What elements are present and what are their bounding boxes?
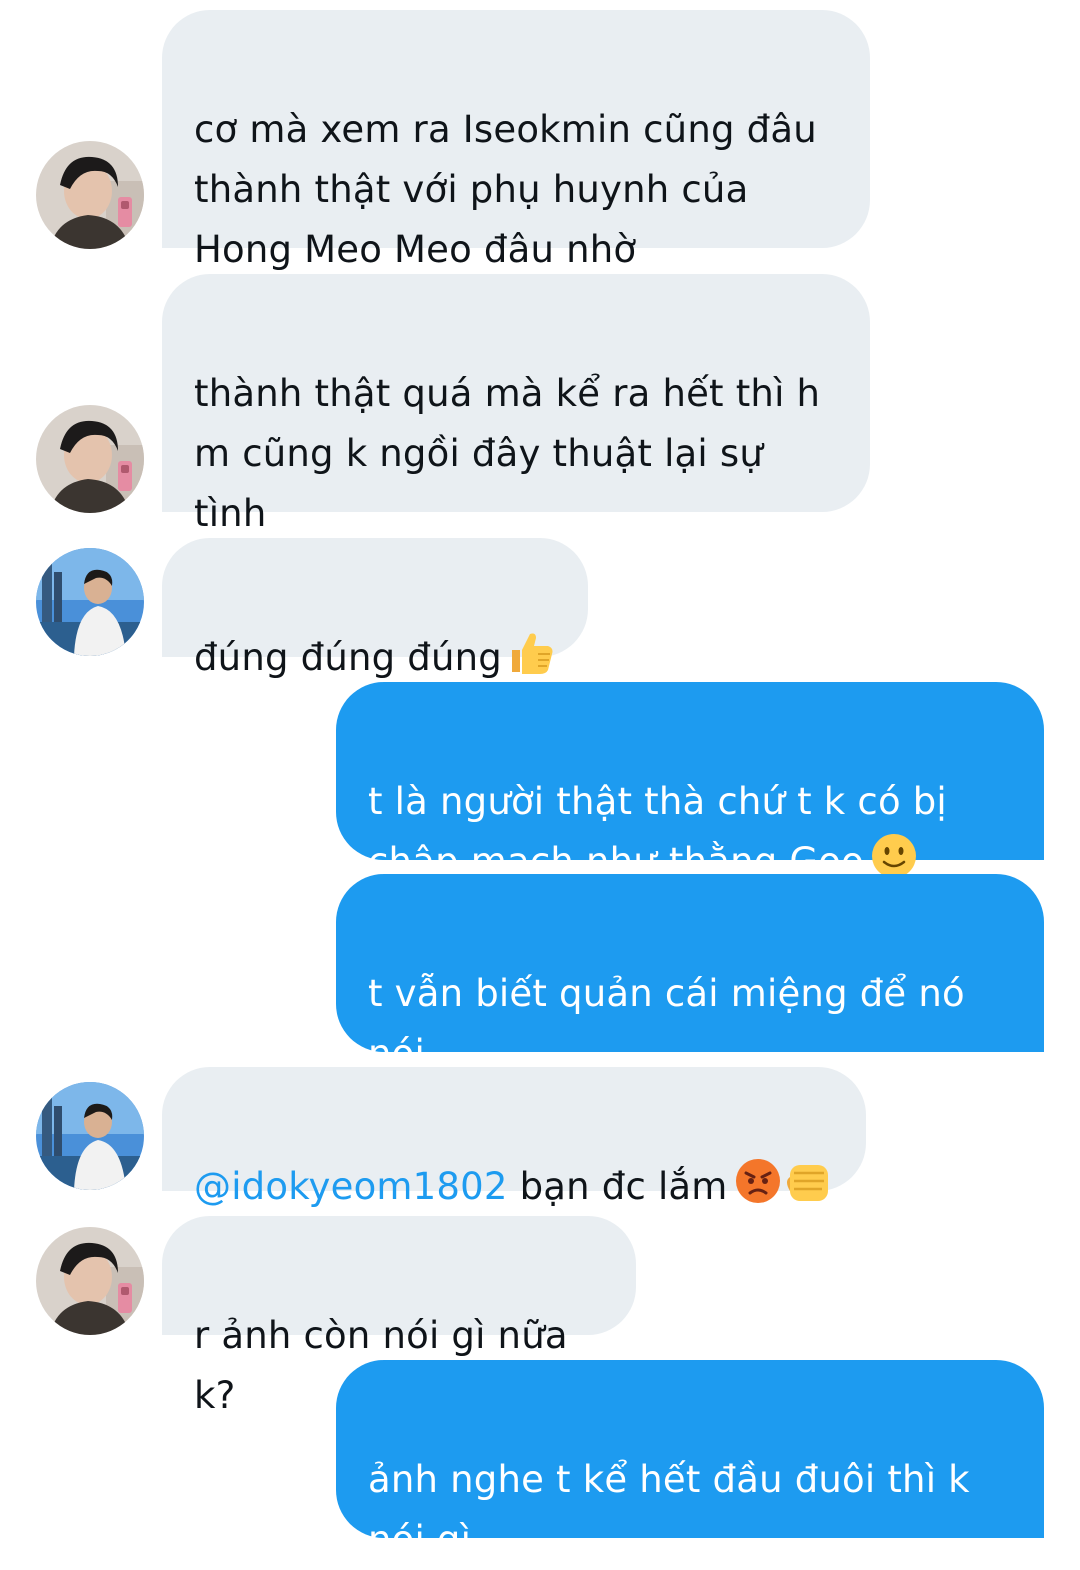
slightly-smiling-face-emoji [870,832,918,880]
message-bubble[interactable]: ảnh nghe t kể hết đầu đuôi thì k nói gì [336,1360,1044,1561]
sender-avatar[interactable] [36,405,144,513]
message-bubble[interactable]: t là người thật thà chứ t k có bị chập m… [336,682,1044,883]
message-bubble[interactable]: cơ mà xem ra Iseokmin cũng đâu thành thậ… [162,10,870,271]
message-text: cơ mà xem ra Iseokmin cũng đâu thành thậ… [194,108,817,271]
message-bubble[interactable]: r ảnh còn nói gì nữa k? [162,1216,636,1417]
message-text: t là người thật thà chứ t k có bị chập m… [368,780,947,883]
sender-avatar[interactable] [36,1082,144,1190]
message-text: bạn đc lắm [507,1165,728,1208]
message-bubble[interactable]: thành thật quá mà kể ra hết thì h m cũng… [162,274,870,595]
message-bubble[interactable]: @idokyeom1802 bạn đc lắm [162,1067,866,1208]
sender-avatar[interactable] [36,548,144,656]
angry-face-and-fist-emoji [734,1157,834,1205]
user-mention-link[interactable]: @idokyeom1802 [194,1165,508,1208]
sender-avatar[interactable] [36,1227,144,1335]
message-text: đúng đúng đúng [194,636,502,679]
message-bubble[interactable]: đúng đúng đúng [162,538,588,679]
conversation-thread: cơ mà xem ra Iseokmin cũng đâu thành thậ… [0,0,1080,1561]
thumbs-up-emoji [508,628,556,676]
message-bubble[interactable]: t vẫn biết quản cái miệng để nó nói cái … [336,874,1044,1135]
sender-avatar[interactable] [36,141,144,249]
